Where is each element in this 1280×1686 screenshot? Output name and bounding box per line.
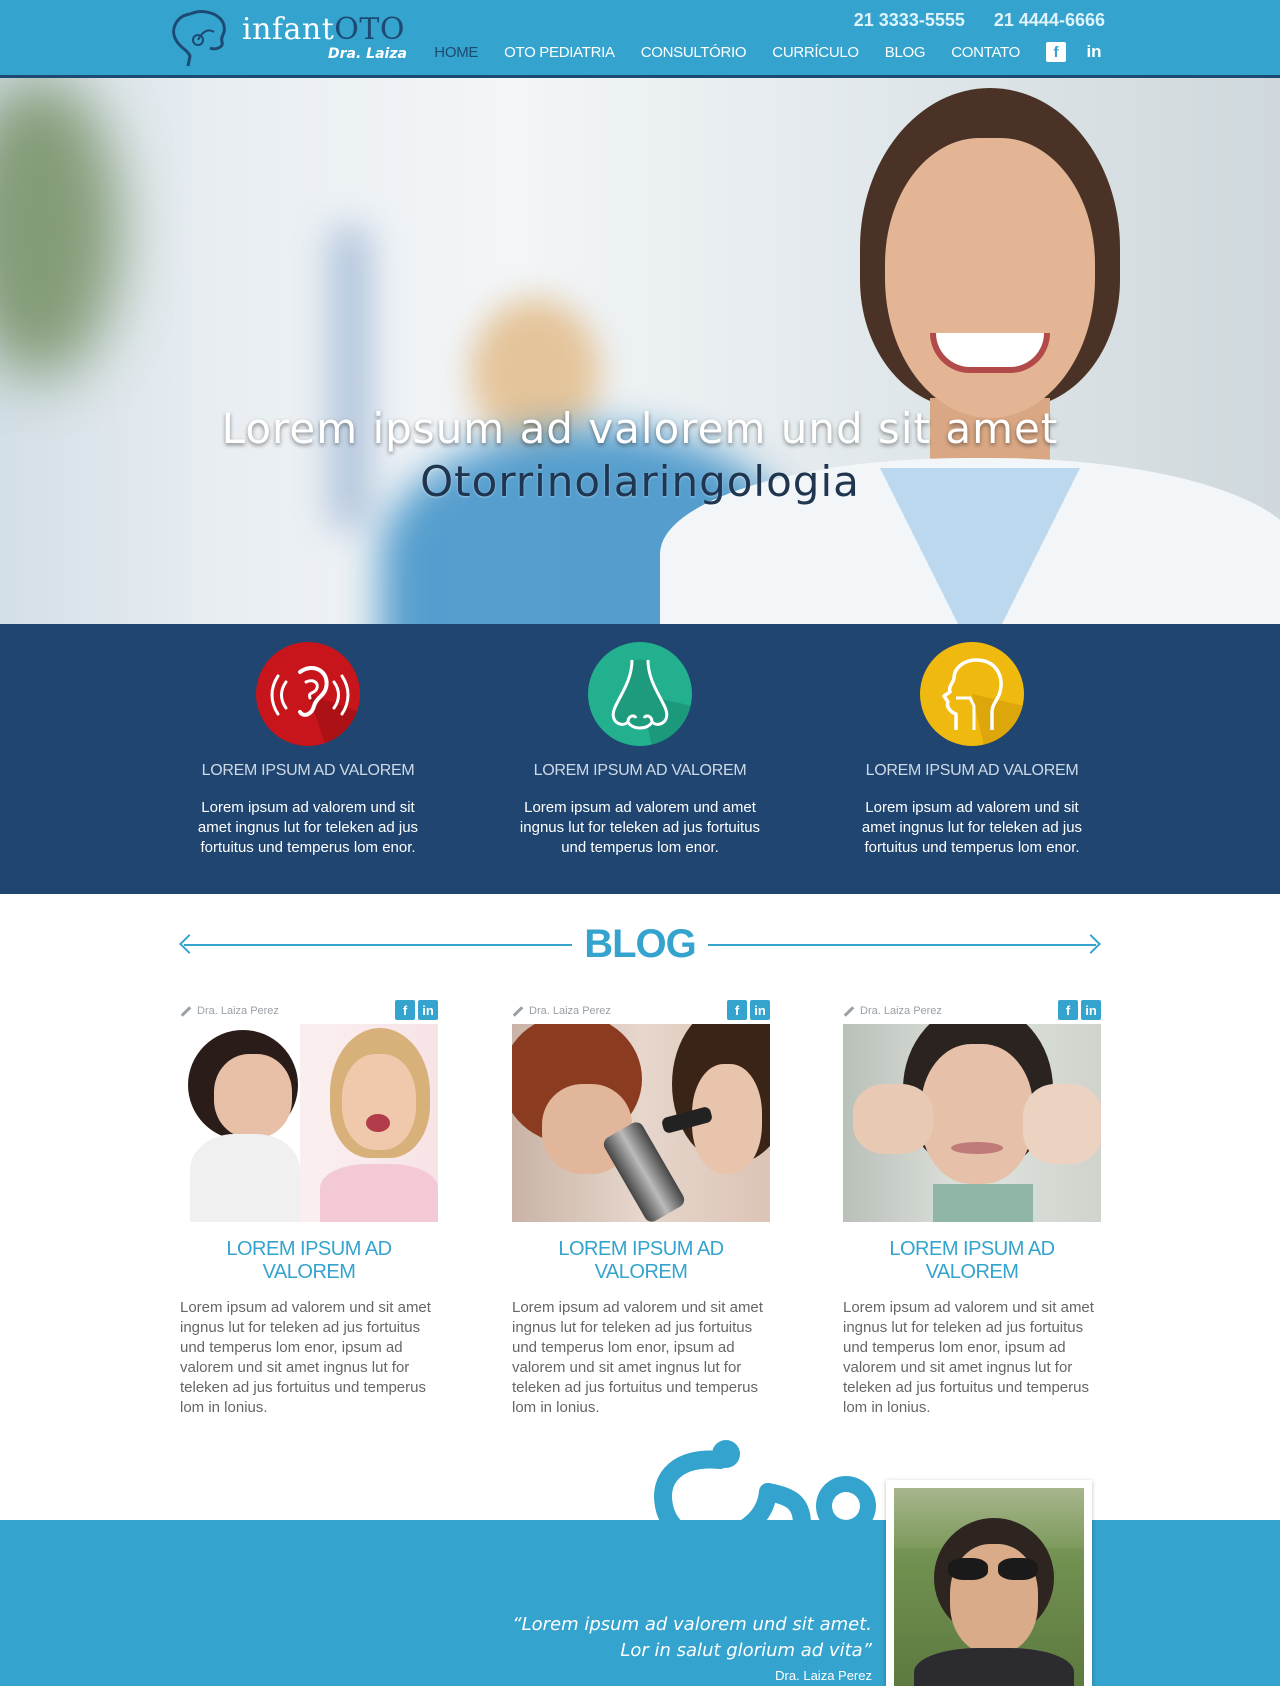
hero-line-1: Lorem ipsum ad valorem und sit amet xyxy=(221,404,1059,453)
service-throat[interactable]: LOREM IPSUM AD VALOREM Lorem ipsum ad va… xyxy=(842,642,1102,858)
hero-line-2: Otorrinolaringologia xyxy=(420,457,860,506)
post-meta: Dra. Laiza Perez f in xyxy=(180,998,438,1024)
nav-contato[interactable]: CONTATO xyxy=(951,44,1020,61)
linkedin-icon[interactable]: in xyxy=(1084,42,1104,62)
logo[interactable]: infantOTO Dra. Laiza xyxy=(168,6,408,70)
ear-icon xyxy=(256,642,360,746)
facebook-icon[interactable]: f xyxy=(1058,1000,1078,1020)
hero-banner: Lorem ipsum ad valorem und sit amet Otor… xyxy=(0,78,1280,624)
linkedin-icon[interactable]: in xyxy=(750,1000,770,1020)
nose-icon xyxy=(588,642,692,746)
phone-numbers: 21 3333-5555 21 4444-6666 xyxy=(830,10,1105,31)
post-image-otoscope[interactable] xyxy=(512,1024,770,1222)
post-title[interactable]: LOREM IPSUM AD VALOREM xyxy=(512,1238,770,1284)
linkedin-icon[interactable]: in xyxy=(1081,1000,1101,1020)
blog-post[interactable]: Dra. Laiza Perez f in LOREM IPSUM AD VAL… xyxy=(512,998,770,1418)
service-text: Lorem ipsum ad valorem und amet ingnus l… xyxy=(519,799,761,856)
portrait-image xyxy=(894,1488,1084,1686)
service-title: LOREM IPSUM AD VALOREM xyxy=(865,762,1079,779)
blog-title: BLOG xyxy=(584,922,697,966)
logo-wordmark: infantOTO xyxy=(242,12,405,47)
nav-oto-pediatria[interactable]: OTO PEDIATRIA xyxy=(504,44,615,61)
post-meta: Dra. Laiza Perez f in xyxy=(512,998,770,1024)
hero-doctor-face xyxy=(885,138,1095,418)
testimonial-quote: “Lorem ipsum ad valorem und sit amet. Lo… xyxy=(512,1612,872,1664)
logo-subtitle: Dra. Laiza xyxy=(328,46,407,62)
phone-2[interactable]: 21 4444-6666 xyxy=(994,10,1105,30)
pencil-icon xyxy=(512,1005,524,1017)
post-excerpt: Lorem ipsum ad valorem und sit amet ingn… xyxy=(843,1299,1094,1416)
post-meta: Dra. Laiza Perez f in xyxy=(843,998,1101,1024)
post-share: f in xyxy=(392,1000,438,1020)
linkedin-icon[interactable]: in xyxy=(418,1000,438,1020)
post-excerpt: Lorem ipsum ad valorem und sit amet ingn… xyxy=(180,1299,431,1416)
facebook-icon[interactable]: f xyxy=(727,1000,747,1020)
post-title[interactable]: LOREM IPSUM AD VALOREM xyxy=(180,1238,438,1284)
service-text: Lorem ipsum ad valorem und sit amet ingn… xyxy=(197,799,419,856)
post-title[interactable]: LOREM IPSUM AD VALOREM xyxy=(843,1238,1101,1284)
facebook-icon[interactable]: f xyxy=(395,1000,415,1020)
post-share: f in xyxy=(724,1000,770,1020)
quote-line-1: “Lorem ipsum ad valorem und sit amet. xyxy=(512,1614,872,1635)
logo-head-icon xyxy=(172,10,226,67)
blog-heading: BLOG xyxy=(179,918,1101,972)
stethoscope-icon xyxy=(654,1440,876,1612)
phone-1[interactable]: 21 3333-5555 xyxy=(854,10,965,30)
post-excerpt: Lorem ipsum ad valorem und sit amet ingn… xyxy=(512,1299,763,1416)
post-author: Dra. Laiza Perez xyxy=(843,1005,942,1017)
quote-line-2: Lor in salut glorium ad vita” xyxy=(620,1640,872,1661)
blog-post[interactable]: Dra. Laiza Perez f in LOREM IPSUM AD VAL… xyxy=(843,998,1101,1418)
post-image-doctor-child[interactable] xyxy=(180,1024,438,1222)
hero-headline: Lorem ipsum ad valorem und sit amet Otor… xyxy=(0,404,1280,506)
service-title: LOREM IPSUM AD VALOREM xyxy=(201,762,415,779)
main-nav: HOME OTO PEDIATRIA CONSULTÓRIO CURRÍCULO… xyxy=(408,42,1104,62)
throat-icon xyxy=(920,642,1024,746)
post-author: Dra. Laiza Perez xyxy=(512,1005,611,1017)
post-image-woman-nose[interactable] xyxy=(843,1024,1101,1222)
service-text: Lorem ipsum ad valorem und sit amet ingn… xyxy=(861,799,1083,856)
blog-post[interactable]: Dra. Laiza Perez f in LOREM IPSUM AD VAL… xyxy=(180,998,438,1418)
facebook-icon[interactable]: f xyxy=(1046,42,1066,62)
portrait-photo[interactable] xyxy=(886,1480,1092,1686)
pencil-icon xyxy=(180,1005,192,1017)
services-section: LOREM IPSUM AD VALOREM Lorem ipsum ad va… xyxy=(0,624,1280,894)
nav-curriculo[interactable]: CURRÍCULO xyxy=(772,44,859,61)
service-nose[interactable]: LOREM IPSUM AD VALOREM Lorem ipsum ad va… xyxy=(510,642,770,858)
pencil-icon xyxy=(843,1005,855,1017)
nav-blog[interactable]: BLOG xyxy=(885,44,926,61)
site-header: infantOTO Dra. Laiza 21 3333-5555 21 444… xyxy=(0,0,1280,78)
post-share: f in xyxy=(1055,1000,1101,1020)
nav-consultorio[interactable]: CONSULTÓRIO xyxy=(641,44,747,61)
service-title: LOREM IPSUM AD VALOREM xyxy=(533,762,747,779)
hero-bg-tree xyxy=(0,78,120,378)
post-author: Dra. Laiza Perez xyxy=(180,1005,279,1017)
testimonial-author: Dra. Laiza Perez xyxy=(775,1668,872,1683)
service-ear[interactable]: LOREM IPSUM AD VALOREM Lorem ipsum ad va… xyxy=(178,642,438,858)
nav-home[interactable]: HOME xyxy=(434,44,478,61)
